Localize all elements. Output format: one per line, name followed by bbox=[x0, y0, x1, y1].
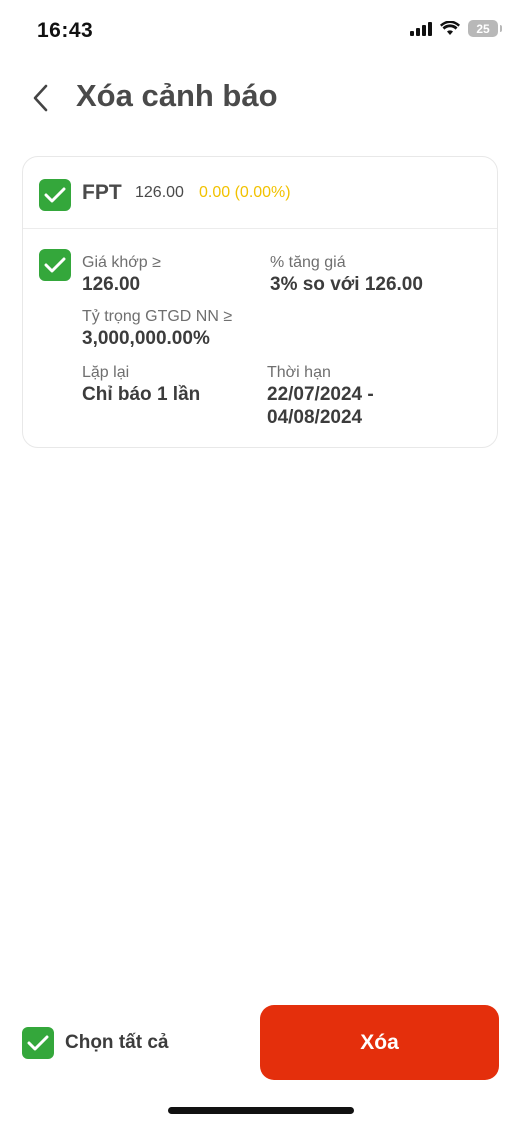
foreign-ratio-value: 3,000,000.00% bbox=[82, 328, 210, 349]
home-indicator bbox=[168, 1107, 354, 1114]
duration-field: Thời hạn 22/07/2024 - 04/08/2024 bbox=[267, 363, 374, 429]
foreign-ratio-field: Tỷ trọng GTGD NN ≥ 3,000,000.00% bbox=[82, 307, 232, 350]
price-increase-value: 3% so với 126.00 bbox=[270, 274, 423, 295]
checkmark-icon bbox=[44, 257, 66, 273]
checkmark-icon bbox=[44, 187, 66, 203]
delete-button[interactable]: Xóa bbox=[260, 1005, 499, 1080]
repeat-label: Lặp lại bbox=[82, 364, 130, 381]
price-increase-label: % tăng giá bbox=[270, 254, 346, 271]
alert-card: FPT 126.00 0.00 (0.00%) Giá khớp ≥ 126.0… bbox=[22, 156, 498, 448]
match-price-value: 126.00 bbox=[82, 274, 141, 295]
match-price-field: Giá khớp ≥ 126.00 bbox=[82, 253, 161, 296]
wifi-icon bbox=[440, 21, 460, 35]
select-all-checkbox[interactable] bbox=[22, 1027, 54, 1059]
repeat-value: Chỉ báo 1 lần bbox=[82, 384, 201, 405]
header: Xóa cảnh báo bbox=[0, 70, 520, 126]
cellular-signal-icon bbox=[410, 21, 432, 36]
page-title: Xóa cảnh báo bbox=[76, 78, 278, 113]
duration-end: 04/08/2024 bbox=[267, 407, 363, 428]
status-time: 16:43 bbox=[37, 19, 94, 42]
battery-icon: 25 bbox=[468, 20, 502, 37]
checkmark-icon bbox=[27, 1035, 49, 1051]
duration-label: Thời hạn bbox=[267, 364, 331, 381]
stock-change: 0.00 (0.00%) bbox=[199, 184, 291, 201]
select-all-toggle[interactable]: Chọn tất cả bbox=[22, 1027, 168, 1059]
select-all-label: Chọn tất cả bbox=[65, 1032, 169, 1053]
foreign-ratio-label: Tỷ trọng GTGD NN ≥ bbox=[82, 308, 233, 325]
duration-start: 22/07/2024 - bbox=[267, 384, 374, 405]
alert-condition-checkbox[interactable] bbox=[39, 249, 71, 281]
chevron-left-icon bbox=[33, 84, 48, 112]
status-bar: 16:43 25 bbox=[0, 0, 520, 60]
match-price-label: Giá khớp ≥ bbox=[82, 254, 161, 271]
alert-card-header: FPT 126.00 0.00 (0.00%) bbox=[23, 157, 497, 229]
stock-symbol: FPT bbox=[82, 181, 122, 204]
battery-level: 25 bbox=[476, 21, 490, 36]
status-icons: 25 bbox=[410, 20, 502, 37]
stock-price: 126.00 bbox=[135, 184, 184, 201]
price-increase-field: % tăng giá 3% so với 126.00 bbox=[270, 253, 423, 296]
alert-symbol-checkbox[interactable] bbox=[39, 179, 71, 211]
back-button[interactable] bbox=[22, 78, 58, 118]
repeat-field: Lặp lại Chỉ báo 1 lần bbox=[82, 363, 200, 406]
